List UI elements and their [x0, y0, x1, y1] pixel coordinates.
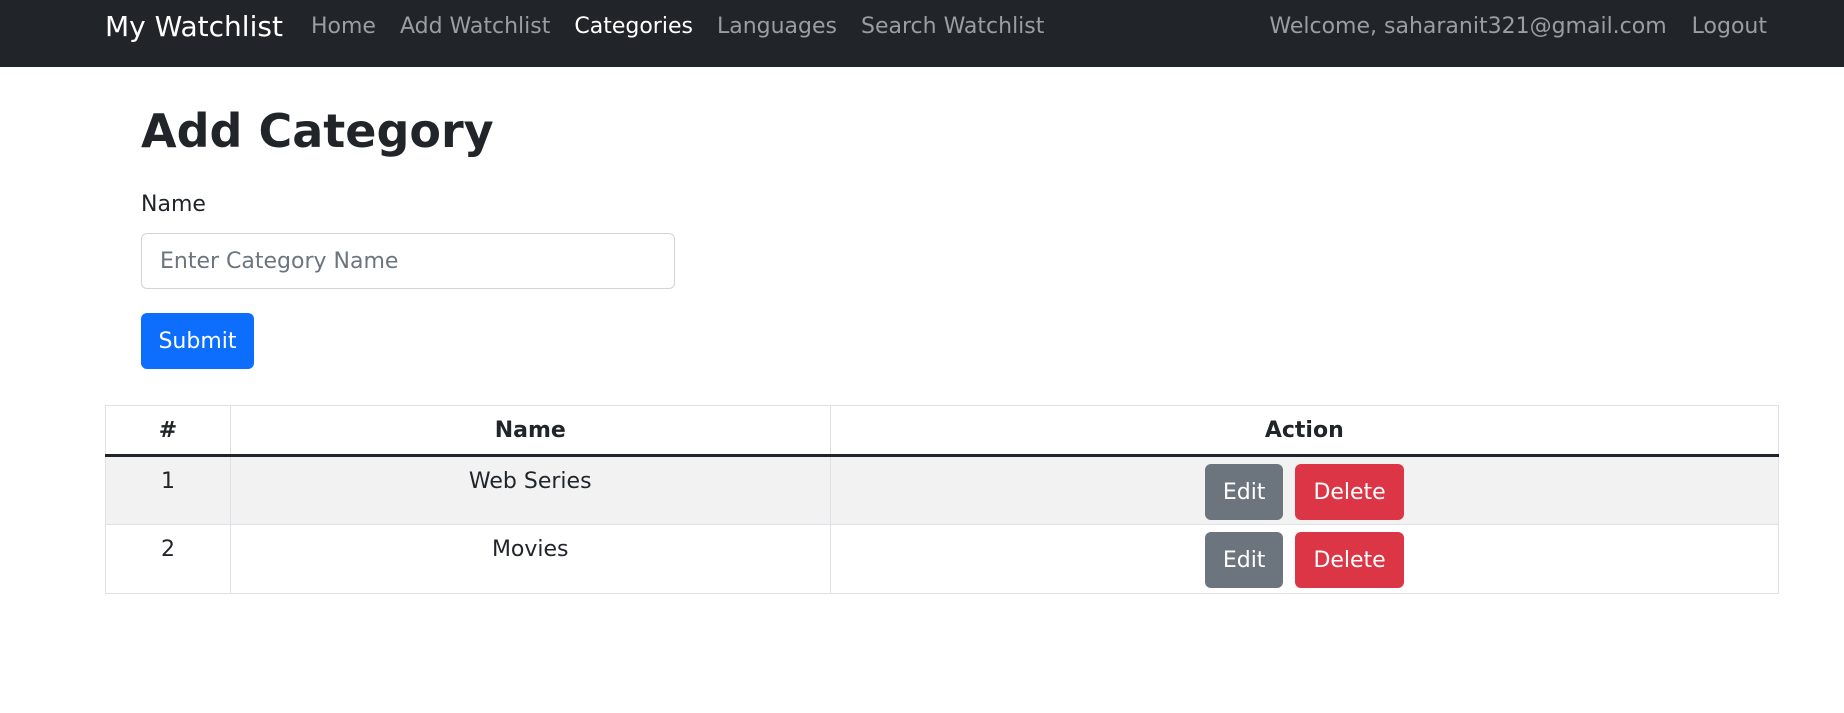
nav-link-home[interactable]: Home: [311, 13, 376, 41]
header-number: #: [105, 405, 231, 457]
table-row: 1 Web Series Edit Delete: [105, 455, 1780, 525]
row-number: 2: [105, 524, 231, 594]
row-name: Movies: [229, 524, 831, 594]
nav-links: Home Add Watchlist Categories Languages …: [311, 13, 1068, 41]
row-name: Web Series: [229, 455, 831, 525]
table-row: 2 Movies Edit Delete: [105, 524, 1780, 594]
navbar: My Watchlist Home Add Watchlist Categori…: [0, 0, 1844, 67]
categories-table: # Name Action 1 Web Series Edit Delete 2 …: [105, 405, 1780, 594]
page-title: Add Category: [141, 104, 494, 158]
logout-link[interactable]: Logout: [1692, 13, 1767, 41]
delete-button[interactable]: Delete: [1295, 464, 1404, 520]
edit-button[interactable]: Edit: [1204, 532, 1284, 588]
row-number: 1: [105, 455, 231, 525]
nav-link-add-watchlist[interactable]: Add Watchlist: [400, 13, 550, 41]
row-actions: Edit Delete: [829, 524, 1780, 594]
welcome-text: Welcome, saharanit321@gmail.com: [1269, 14, 1667, 39]
category-name-input[interactable]: [141, 233, 675, 289]
delete-button[interactable]: Delete: [1295, 532, 1404, 588]
nav-link-categories[interactable]: Categories: [574, 13, 693, 41]
nav-user-area: Welcome, saharanit321@gmail.com Logout: [1269, 13, 1767, 41]
submit-button[interactable]: Submit: [141, 313, 254, 369]
edit-button[interactable]: Edit: [1204, 464, 1284, 520]
header-action: Action: [829, 405, 1780, 457]
table-header-row: # Name Action: [105, 405, 1780, 457]
header-name: Name: [229, 405, 831, 457]
brand-link[interactable]: My Watchlist: [105, 11, 283, 43]
name-label: Name: [141, 192, 206, 217]
nav-link-languages[interactable]: Languages: [717, 13, 837, 41]
row-actions: Edit Delete: [829, 455, 1780, 525]
nav-link-search-watchlist[interactable]: Search Watchlist: [861, 13, 1044, 41]
